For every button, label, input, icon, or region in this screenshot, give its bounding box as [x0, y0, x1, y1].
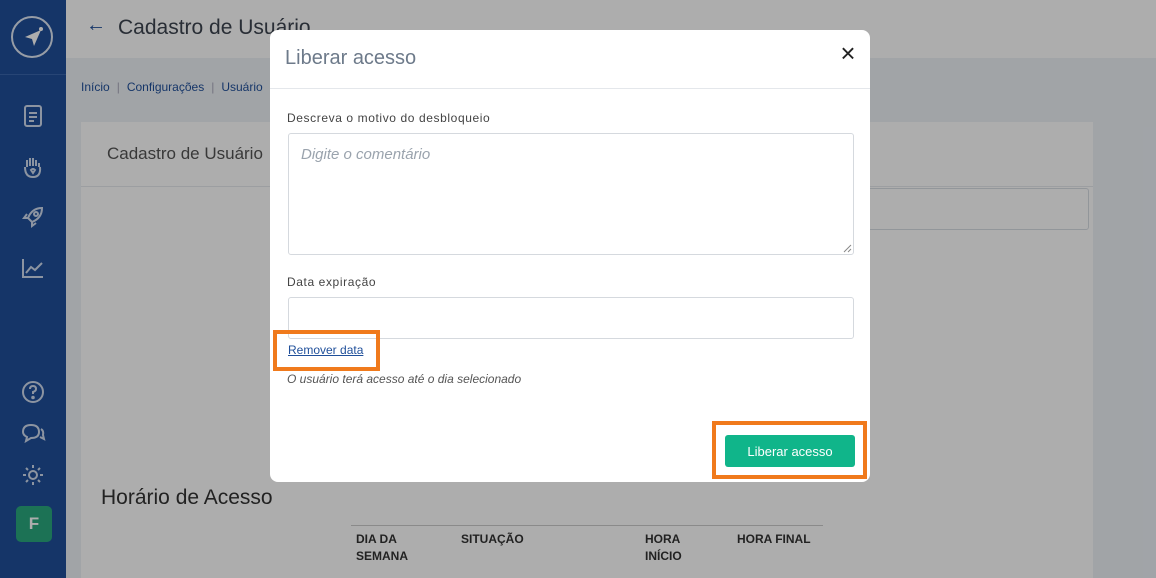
modal-divider: [270, 88, 870, 89]
hint-text: O usuário terá acesso até o dia selecion…: [287, 372, 522, 386]
resize-grip-icon[interactable]: [842, 243, 852, 253]
reason-label: Descreva o motivo do desbloqueio: [287, 111, 491, 125]
modal-title: Liberar acesso: [285, 47, 417, 69]
close-icon[interactable]: ×: [836, 40, 860, 66]
remove-date-link[interactable]: Remover data: [288, 343, 363, 357]
release-access-button[interactable]: Liberar acesso: [725, 435, 855, 467]
date-label: Data expiração: [287, 275, 377, 289]
reason-textarea[interactable]: [288, 133, 854, 255]
release-access-modal: Liberar acesso × Descreva o motivo do de…: [270, 30, 870, 482]
